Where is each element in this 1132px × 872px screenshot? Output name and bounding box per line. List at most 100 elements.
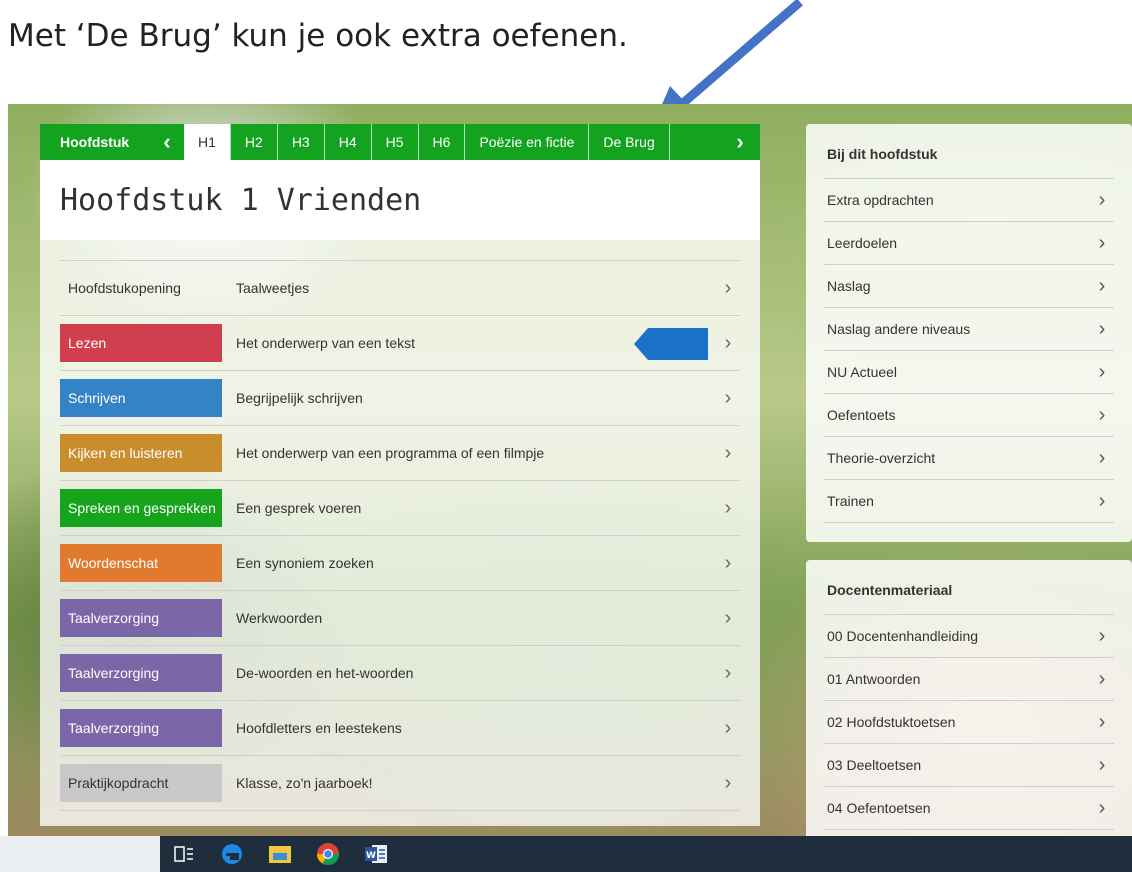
list-item[interactable]: Taalverzorging Werkwoorden › bbox=[60, 590, 740, 645]
file-explorer-icon[interactable] bbox=[256, 836, 304, 872]
list-item[interactable]: Lezen Het onderwerp van een tekst › bbox=[60, 315, 740, 370]
tab-poezie-en-fictie[interactable]: Poëzie en fictie bbox=[464, 124, 588, 160]
category-label: Taalverzorging bbox=[60, 654, 222, 692]
chevron-right-icon: › bbox=[1098, 753, 1106, 776]
chapter-title-area: Hoofdstuk 1 Vrienden bbox=[40, 160, 760, 240]
chevron-right-icon: › bbox=[1098, 446, 1106, 469]
topic-label: Werkwoorden bbox=[236, 610, 323, 626]
taskbar: W bbox=[0, 836, 1132, 872]
chevron-right-icon: › bbox=[1098, 360, 1106, 383]
tab-h6[interactable]: H6 bbox=[417, 124, 465, 160]
category-label: Schrijven bbox=[60, 379, 222, 417]
sidebar-item-leerdoelen[interactable]: Leerdoelen › bbox=[824, 222, 1114, 265]
chevron-right-icon: › bbox=[1098, 489, 1106, 512]
category-label: Spreken en gesprekken bbox=[60, 489, 222, 527]
link-label: 00 Docentenhandleiding bbox=[827, 628, 979, 644]
tab-h1[interactable]: H1 bbox=[184, 124, 230, 160]
sidebar-item-docentenhandleiding[interactable]: 00 Docentenhandleiding › bbox=[824, 615, 1114, 658]
chevron-right-icon: › bbox=[724, 276, 732, 299]
paragraph-list: Hoofdstukopening Taalweetjes › Lezen Het… bbox=[40, 240, 760, 811]
pointer-tag-icon bbox=[634, 328, 708, 360]
topic-label: Klasse, zo'n jaarboek! bbox=[236, 775, 373, 791]
sidebar-item-naslag[interactable]: Naslag › bbox=[824, 265, 1114, 308]
chevron-right-icon: › bbox=[1098, 188, 1106, 211]
chevron-right-icon: › bbox=[1098, 317, 1106, 340]
list-item[interactable]: Spreken en gesprekken Een gesprek voeren… bbox=[60, 480, 740, 535]
tab-h5[interactable]: H5 bbox=[370, 124, 418, 160]
sidebar-item-oefentoetsen[interactable]: 04 Oefentoetsen › bbox=[824, 787, 1114, 830]
sidebar-item-hoofdstuktoetsen[interactable]: 02 Hoofdstuktoetsen › bbox=[824, 701, 1114, 744]
tab-h2[interactable]: H2 bbox=[229, 124, 277, 160]
svg-text:W: W bbox=[366, 851, 376, 861]
chevron-right-icon: › bbox=[1098, 710, 1106, 733]
chevron-right-icon: › bbox=[1098, 796, 1106, 819]
link-label: Naslag bbox=[827, 278, 871, 294]
chevron-right-icon: › bbox=[1098, 624, 1106, 647]
sidebar-item-naslag-andere-niveaus[interactable]: Naslag andere niveaus › bbox=[824, 308, 1114, 351]
list-item[interactable]: Kijken en luisteren Het onderwerp van ee… bbox=[60, 425, 740, 480]
sidebar-item-deeltoetsen[interactable]: 03 Deeltoetsen › bbox=[824, 744, 1114, 787]
list-item[interactable]: Schrijven Begrijpelijk schrijven › bbox=[60, 370, 740, 425]
screenshot-area: Hoofdstuk ‹ H1 H2 H3 H4 H5 H6 Poëzie en … bbox=[8, 104, 1132, 836]
link-label: 01 Antwoorden bbox=[827, 671, 921, 687]
nav-spacer bbox=[668, 124, 720, 160]
link-label: NU Actueel bbox=[827, 364, 898, 380]
chevron-right-icon: › bbox=[724, 551, 732, 574]
category-label: Woordenschat bbox=[60, 544, 222, 582]
sidebar-item-oefentoets[interactable]: Oefentoets › bbox=[824, 394, 1114, 437]
category-label: Hoofdstukopening bbox=[68, 280, 181, 296]
chevron-right-icon: › bbox=[724, 716, 732, 739]
list-item[interactable]: Hoofdstukopening Taalweetjes › bbox=[60, 260, 740, 315]
sidebar-item-trainen[interactable]: Trainen › bbox=[824, 480, 1114, 523]
tab-h3[interactable]: H3 bbox=[276, 124, 324, 160]
chapter-nav: Hoofdstuk ‹ H1 H2 H3 H4 H5 H6 Poëzie en … bbox=[40, 124, 760, 160]
chapter-panel: Hoofdstuk ‹ H1 H2 H3 H4 H5 H6 Poëzie en … bbox=[40, 124, 760, 826]
edge-icon[interactable] bbox=[208, 836, 256, 872]
link-label: Naslag andere niveaus bbox=[827, 321, 971, 337]
sidebar-item-theorie-overzicht[interactable]: Theorie-overzicht › bbox=[824, 437, 1114, 480]
tab-h4[interactable]: H4 bbox=[323, 124, 371, 160]
chevron-right-icon: › bbox=[724, 441, 732, 464]
teacher-materials-title: Docentenmateriaal bbox=[824, 560, 1114, 615]
chevron-right-icon: › bbox=[724, 331, 732, 354]
link-label: Oefentoets bbox=[827, 407, 896, 423]
sidebar-item-antwoorden[interactable]: 01 Antwoorden › bbox=[824, 658, 1114, 701]
link-label: Theorie-overzicht bbox=[827, 450, 936, 466]
chevron-left-icon[interactable]: ‹ bbox=[150, 124, 184, 160]
list-item[interactable]: Taalverzorging Hoofdletters en leesteken… bbox=[60, 700, 740, 755]
chevron-right-icon: › bbox=[1098, 403, 1106, 426]
chapter-title: Hoofdstuk 1 Vrienden bbox=[60, 182, 422, 218]
chevron-right-icon: › bbox=[724, 386, 732, 409]
caption-text: Met ‘De Brug’ kun je ook extra oefenen. bbox=[8, 18, 628, 54]
chrome-icon[interactable] bbox=[304, 836, 352, 872]
link-label: Extra opdrachten bbox=[827, 192, 934, 208]
tab-de-brug[interactable]: De Brug bbox=[588, 124, 668, 160]
chevron-right-icon: › bbox=[724, 771, 732, 794]
chevron-right-icon[interactable]: › bbox=[720, 124, 760, 160]
chapter-resources-title: Bij dit hoofdstuk bbox=[824, 124, 1114, 179]
topic-label: Taalweetjes bbox=[236, 280, 310, 296]
task-view-icon[interactable] bbox=[160, 836, 208, 872]
word-icon[interactable]: W bbox=[352, 836, 400, 872]
sidebar-item-extra-opdrachten[interactable]: Extra opdrachten › bbox=[824, 179, 1114, 222]
chapter-resources-panel: Bij dit hoofdstuk Extra opdrachten › Leer… bbox=[806, 124, 1132, 542]
category-label: Taalverzorging bbox=[60, 709, 222, 747]
category-label: Lezen bbox=[60, 324, 222, 362]
topic-label: Een gesprek voeren bbox=[236, 500, 362, 516]
list-item[interactable]: Taalverzorging De-woorden en het-woorden… bbox=[60, 645, 740, 700]
category-label: Kijken en luisteren bbox=[60, 434, 222, 472]
link-label: 03 Deeltoetsen bbox=[827, 757, 922, 773]
topic-label: Begrijpelijk schrijven bbox=[236, 390, 363, 406]
chevron-right-icon: › bbox=[1098, 667, 1106, 690]
list-item[interactable]: Praktijkopdracht Klasse, zo'n jaarboek! … bbox=[60, 755, 740, 811]
link-label: Trainen bbox=[827, 493, 874, 509]
sidebar-item-nu-actueel[interactable]: NU Actueel › bbox=[824, 351, 1114, 394]
topic-label: Een synoniem zoeken bbox=[236, 555, 374, 571]
link-label: 02 Hoofdstuktoetsen bbox=[827, 714, 956, 730]
taskbar-search-box[interactable] bbox=[0, 836, 160, 872]
list-item[interactable]: Woordenschat Een synoniem zoeken › bbox=[60, 535, 740, 590]
chevron-right-icon: › bbox=[724, 606, 732, 629]
teacher-materials-panel: Docentenmateriaal 00 Docentenhandleiding… bbox=[806, 560, 1132, 836]
link-label: 04 Oefentoetsen bbox=[827, 800, 931, 816]
topic-label: De-woorden en het-woorden bbox=[236, 665, 414, 681]
